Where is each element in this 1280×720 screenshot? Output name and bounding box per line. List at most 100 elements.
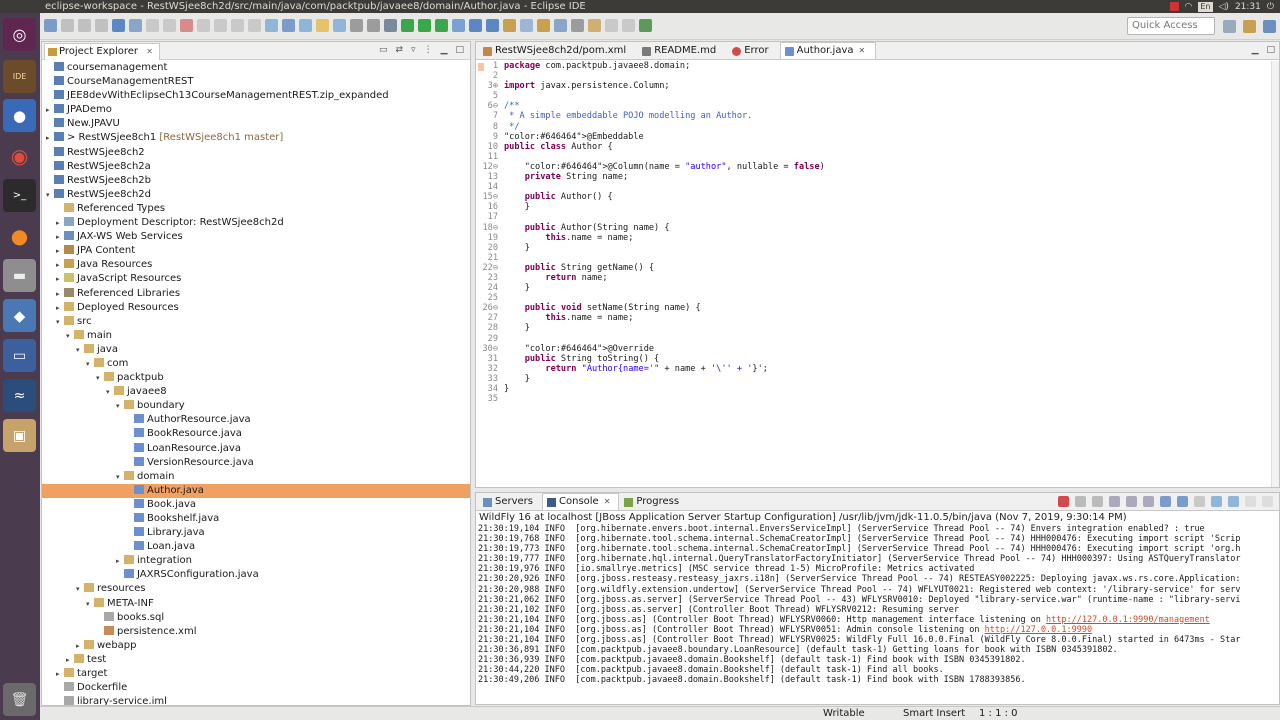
chevron-down-icon[interactable]: ▾ bbox=[116, 470, 124, 484]
clear-console-icon[interactable] bbox=[1109, 496, 1120, 507]
console-tab[interactable]: Servers bbox=[478, 493, 542, 510]
minimize-icon[interactable]: ▁ bbox=[1252, 45, 1259, 55]
close-icon[interactable]: ✕ bbox=[604, 497, 611, 506]
annotation-prev-icon[interactable] bbox=[571, 19, 584, 32]
maximize-icon[interactable]: □ bbox=[455, 45, 464, 55]
keyboard-layout[interactable]: En bbox=[1198, 1, 1213, 12]
chevron-down-icon[interactable]: ▾ bbox=[116, 399, 124, 413]
tree-item[interactable]: RestWSjee8ch2 bbox=[42, 146, 470, 160]
java-perspective-icon[interactable] bbox=[1263, 20, 1276, 33]
power-icon[interactable]: ⏻ bbox=[1267, 2, 1274, 12]
firefox-icon[interactable]: ● bbox=[3, 219, 36, 252]
editor-scrollbar[interactable] bbox=[1271, 61, 1279, 487]
step-return-icon[interactable] bbox=[248, 19, 261, 32]
chevron-down-icon[interactable]: ▾ bbox=[46, 188, 54, 202]
editor-tab[interactable]: README.md bbox=[637, 42, 727, 59]
tree-item[interactable]: ▸ test bbox=[42, 653, 470, 667]
chevron-right-icon[interactable]: ▸ bbox=[116, 554, 124, 568]
tree-item[interactable]: Book.java bbox=[42, 498, 470, 512]
new-project-icon[interactable] bbox=[469, 19, 482, 32]
jee-perspective-icon[interactable] bbox=[1243, 20, 1256, 33]
tree-item[interactable]: ▾ resources bbox=[42, 582, 470, 596]
chevron-down-icon[interactable]: ▾ bbox=[76, 343, 84, 357]
tree-item[interactable]: ▸ webapp bbox=[42, 639, 470, 653]
chevron-right-icon[interactable]: ▸ bbox=[66, 653, 74, 667]
annotation-next-icon[interactable] bbox=[554, 19, 567, 32]
tree-item[interactable]: ▸ Referenced Libraries bbox=[42, 287, 470, 301]
last-edit-icon[interactable] bbox=[588, 19, 601, 32]
save-icon[interactable] bbox=[61, 19, 74, 32]
maximize-icon[interactable]: □ bbox=[1266, 45, 1275, 55]
terminate-icon[interactable] bbox=[1058, 496, 1069, 507]
remove-all-icon[interactable] bbox=[1092, 496, 1103, 507]
admin-console-link[interactable]: http://127.0.0.1:9990 bbox=[985, 625, 1092, 635]
forward-icon[interactable] bbox=[622, 19, 635, 32]
word-wrap-icon[interactable] bbox=[1143, 496, 1154, 507]
tree-item[interactable]: ▸ Deployment Descriptor: RestWSjee8ch2d bbox=[42, 216, 470, 230]
view-menu-icon[interactable]: ⋮ bbox=[424, 45, 433, 55]
open-perspective-icon[interactable] bbox=[1223, 20, 1236, 33]
pin-editor-icon[interactable] bbox=[639, 19, 652, 32]
console-tab[interactable]: Console ✕ bbox=[542, 493, 620, 510]
chevron-down-icon[interactable]: ▾ bbox=[86, 597, 94, 611]
console-output[interactable]: 21:30:19,104 INFO [org.hibernate.envers.… bbox=[476, 524, 1279, 686]
notification-icon[interactable] bbox=[1169, 2, 1179, 11]
pilcrow-icon[interactable] bbox=[367, 19, 380, 32]
chevron-down-icon[interactable]: ▾ bbox=[76, 582, 84, 596]
tree-item[interactable]: Loan.java bbox=[42, 540, 470, 554]
suspend-icon[interactable] bbox=[163, 19, 176, 32]
tree-item[interactable]: RestWSjee8ch2b bbox=[42, 174, 470, 188]
tree-item[interactable]: ▾ META-INF bbox=[42, 597, 470, 611]
tree-item[interactable]: books.sql bbox=[42, 611, 470, 625]
tree-item[interactable]: ▸ JPA Content bbox=[42, 244, 470, 258]
chevron-right-icon[interactable]: ▸ bbox=[56, 272, 64, 286]
chevron-right-icon[interactable]: ▸ bbox=[56, 216, 64, 230]
clock[interactable]: 21:31 bbox=[1235, 2, 1261, 12]
chevron-right-icon[interactable]: ▸ bbox=[46, 103, 54, 117]
tree-item[interactable]: ▾ src bbox=[42, 315, 470, 329]
toggle-mark-icon[interactable] bbox=[299, 19, 312, 32]
show-on-stdout-icon[interactable] bbox=[1160, 496, 1171, 507]
tree-item[interactable]: ▸ JPADemo bbox=[42, 103, 470, 117]
external-tools-icon[interactable] bbox=[435, 19, 448, 32]
tree-item[interactable]: New.JPAVU bbox=[42, 117, 470, 131]
run-icon[interactable] bbox=[401, 19, 414, 32]
tree-item[interactable]: AuthorResource.java bbox=[42, 413, 470, 427]
console-tab[interactable]: Progress bbox=[619, 493, 688, 510]
chevron-right-icon[interactable]: ▸ bbox=[56, 301, 64, 315]
tree-item[interactable]: coursemanagement bbox=[42, 61, 470, 75]
tree-item[interactable]: Author.java bbox=[42, 483, 470, 498]
toggle-ws-icon[interactable] bbox=[316, 19, 329, 32]
tree-item[interactable]: Dockerfile bbox=[42, 681, 470, 695]
chevron-right-icon[interactable]: ▸ bbox=[56, 287, 64, 301]
chrome-icon[interactable]: ◉ bbox=[3, 139, 36, 172]
tree-item[interactable]: ▾ com bbox=[42, 357, 470, 371]
show-on-stderr-icon[interactable] bbox=[1177, 496, 1188, 507]
tree-item[interactable]: ▾ java bbox=[42, 343, 470, 357]
scroll-lock-icon[interactable] bbox=[1126, 496, 1137, 507]
chevron-down-icon[interactable]: ▾ bbox=[106, 385, 114, 399]
block-selection-icon[interactable] bbox=[333, 19, 346, 32]
chevron-right-icon[interactable]: ▸ bbox=[76, 639, 84, 653]
chevron-right-icon[interactable]: ▸ bbox=[56, 667, 64, 681]
mysql-workbench-icon[interactable]: ≈ bbox=[3, 379, 36, 412]
tree-item[interactable]: Referenced Types bbox=[42, 202, 470, 216]
editor-tab[interactable]: Author.java ✕ bbox=[779, 42, 877, 59]
editor-tab[interactable]: RestWSjee8ch2d/pom.xml bbox=[478, 42, 637, 59]
chromium-icon[interactable]: ● bbox=[3, 99, 36, 132]
tree-item[interactable]: ▾ packtpub bbox=[42, 371, 470, 385]
tree-item[interactable]: ▾ main bbox=[42, 329, 470, 343]
tree-item[interactable]: ▸ Java Resources bbox=[42, 258, 470, 272]
save-all-icon[interactable] bbox=[78, 19, 91, 32]
trash-icon[interactable]: 🗑 bbox=[3, 683, 36, 716]
tree-item[interactable]: BookResource.java bbox=[42, 427, 470, 441]
minimize-icon[interactable] bbox=[1245, 496, 1256, 507]
resume-icon[interactable] bbox=[146, 19, 159, 32]
tree-item[interactable]: ▸ JAX-WS Web Services bbox=[42, 230, 470, 244]
disconnect-icon[interactable] bbox=[197, 19, 210, 32]
files-icon[interactable]: ▬ bbox=[3, 259, 36, 292]
open-task-icon[interactable] bbox=[537, 19, 550, 32]
link-editor-icon[interactable]: ⇄ bbox=[395, 45, 403, 55]
open-console-icon[interactable] bbox=[1228, 496, 1239, 507]
chevron-down-icon[interactable]: ▾ bbox=[96, 371, 104, 385]
